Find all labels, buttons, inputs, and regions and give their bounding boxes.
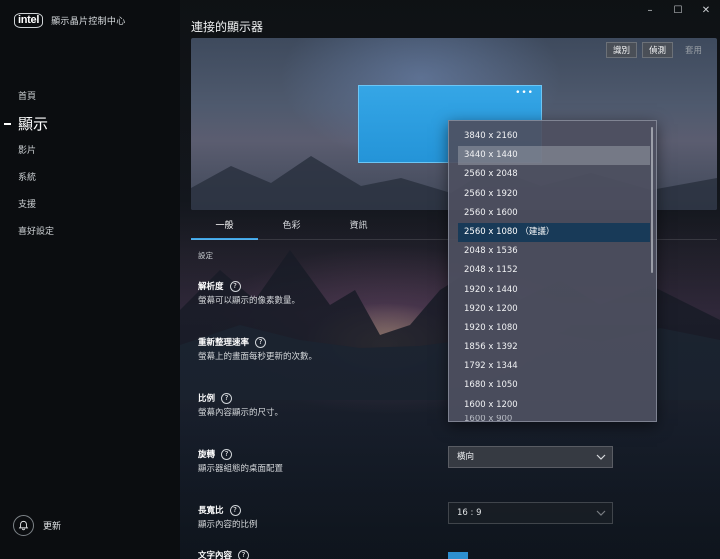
- setting-text-content: 文字內容?: [198, 549, 250, 559]
- close-button[interactable]: ✕: [692, 0, 720, 20]
- detect-button[interactable]: 偵測: [641, 42, 673, 58]
- aspect-ratio-select[interactable]: 16 : 9: [448, 502, 613, 524]
- setting-description: 螢幕上的畫面每秒更新的次數。: [198, 352, 318, 362]
- brand: intel 顯示晶片控制中心: [14, 13, 126, 28]
- sidebar-item-label: 首頁: [18, 92, 37, 102]
- sidebar-item-label: 系統: [18, 173, 37, 183]
- setting-scale: 比例? 螢幕內容顯示的尺寸。: [198, 392, 283, 418]
- resolution-option[interactable]: 2048 x 1152: [458, 261, 650, 280]
- resolution-option[interactable]: 1920 x 1440: [458, 281, 650, 300]
- setting-description: 螢幕可以顯示的像素數量。: [198, 296, 301, 306]
- page-title: 連接的顯示器: [191, 20, 264, 34]
- resolution-option[interactable]: 1856 x 1392: [458, 338, 650, 357]
- resolution-option[interactable]: 1920 x 1080: [458, 319, 650, 338]
- aspect-ratio-value: 16 : 9: [457, 508, 482, 518]
- setting-title: 解析度: [198, 282, 224, 292]
- chevron-down-icon: [596, 454, 606, 460]
- apply-button[interactable]: 套用: [678, 42, 709, 58]
- help-icon[interactable]: ?: [221, 448, 233, 460]
- intel-logo: intel: [14, 13, 44, 28]
- resolution-option[interactable]: 2048 x 1536: [458, 242, 650, 261]
- sidebar-item-video[interactable]: 影片: [0, 138, 180, 165]
- bell-icon: [13, 515, 34, 536]
- sidebar-item-label: 支援: [18, 200, 37, 210]
- active-indicator: [4, 123, 11, 125]
- more-icon[interactable]: •••: [515, 88, 534, 98]
- resolution-option[interactable]: 2560 x 2048: [458, 165, 650, 184]
- sidebar-item-support[interactable]: 支援: [0, 192, 180, 219]
- chevron-down-icon: [596, 510, 606, 516]
- resolution-option[interactable]: 1680 x 1050: [458, 376, 650, 395]
- setting-description: 顯示內容的比例: [198, 520, 258, 530]
- rotation-select[interactable]: 橫向: [448, 446, 613, 468]
- sidebar-item-home[interactable]: 首頁: [0, 84, 180, 111]
- help-icon[interactable]: ?: [255, 336, 267, 348]
- setting-title: 文字內容: [198, 551, 233, 559]
- setting-title: 比例: [198, 394, 216, 404]
- sidebar-item-label: 喜好設定: [18, 227, 55, 237]
- tab-general[interactable]: 一般: [191, 214, 258, 240]
- dropdown-scrollbar[interactable]: [651, 127, 653, 273]
- tab-info[interactable]: 資訊: [325, 214, 392, 240]
- resolution-option[interactable]: 2560 x 1080 （建議）: [458, 222, 650, 243]
- sidebar-item-preferences[interactable]: 喜好設定: [0, 219, 180, 246]
- setting-title: 重新整理速率: [198, 338, 250, 348]
- app-title: 顯示晶片控制中心: [51, 17, 126, 27]
- rotation-value: 橫向: [457, 452, 475, 462]
- sidebar-nav: 首頁 顯示 影片 系統 支援 喜好設定: [0, 84, 180, 246]
- sidebar-item-system[interactable]: 系統: [0, 165, 180, 192]
- sidebar: intel 顯示晶片控制中心 首頁 顯示 影片 系統 支援 喜好設定 更新: [0, 0, 180, 559]
- resolution-option[interactable]: 1600 x 1200: [458, 396, 650, 415]
- preview-toolbar: 識別 偵測 套用: [605, 42, 709, 58]
- resolution-option[interactable]: 1600 x 900: [458, 415, 650, 421]
- toggle-switch[interactable]: [448, 552, 468, 559]
- tab-color[interactable]: 色彩: [258, 214, 325, 240]
- sidebar-item-display[interactable]: 顯示: [0, 111, 180, 138]
- help-icon[interactable]: ?: [229, 280, 241, 292]
- maximize-button[interactable]: ☐: [664, 0, 692, 20]
- app-window: intel 顯示晶片控制中心 首頁 顯示 影片 系統 支援 喜好設定 更新 連接…: [0, 0, 720, 559]
- setting-refresh-rate: 重新整理速率? 螢幕上的畫面每秒更新的次數。: [198, 336, 317, 362]
- window-controls: – ☐ ✕: [636, 0, 720, 20]
- setting-title: 長寬比: [198, 506, 224, 516]
- help-icon[interactable]: ?: [238, 549, 250, 559]
- resolution-option[interactable]: 1792 x 1344: [458, 357, 650, 376]
- sidebar-item-label: 顯示: [18, 115, 49, 133]
- resolution-option[interactable]: 2560 x 1920: [458, 185, 650, 204]
- resolution-dropdown[interactable]: 3840 x 2160 3440 x 1440 2560 x 2048 2560 x …: [448, 120, 657, 422]
- section-label: 設定: [198, 251, 213, 260]
- setting-description: 螢幕內容顯示的尺寸。: [198, 408, 284, 418]
- identify-button[interactable]: 識別: [605, 42, 637, 58]
- resolution-options: 3840 x 2160 3440 x 1440 2560 x 2048 2560 x …: [458, 127, 650, 421]
- minimize-button[interactable]: –: [636, 0, 664, 20]
- resolution-option[interactable]: 1920 x 1200: [458, 300, 650, 319]
- setting-aspect-ratio: 長寬比? 顯示內容的比例: [198, 504, 258, 530]
- setting-description: 顯示器組態的桌面配置: [198, 464, 284, 474]
- resolution-option[interactable]: 3440 x 1440: [458, 146, 650, 166]
- resolution-option[interactable]: 3840 x 2160: [458, 127, 650, 146]
- help-icon[interactable]: ?: [221, 392, 233, 404]
- resolution-option[interactable]: 2560 x 1600: [458, 204, 650, 223]
- setting-title: 旋轉: [198, 450, 216, 460]
- sidebar-item-label: 影片: [18, 146, 37, 156]
- setting-rotation: 旋轉? 顯示器組態的桌面配置: [198, 448, 283, 474]
- help-icon[interactable]: ?: [229, 504, 241, 516]
- setting-resolution: 解析度? 螢幕可以顯示的像素數量。: [198, 280, 300, 306]
- update-button[interactable]: 更新: [13, 515, 61, 536]
- update-label: 更新: [43, 522, 62, 532]
